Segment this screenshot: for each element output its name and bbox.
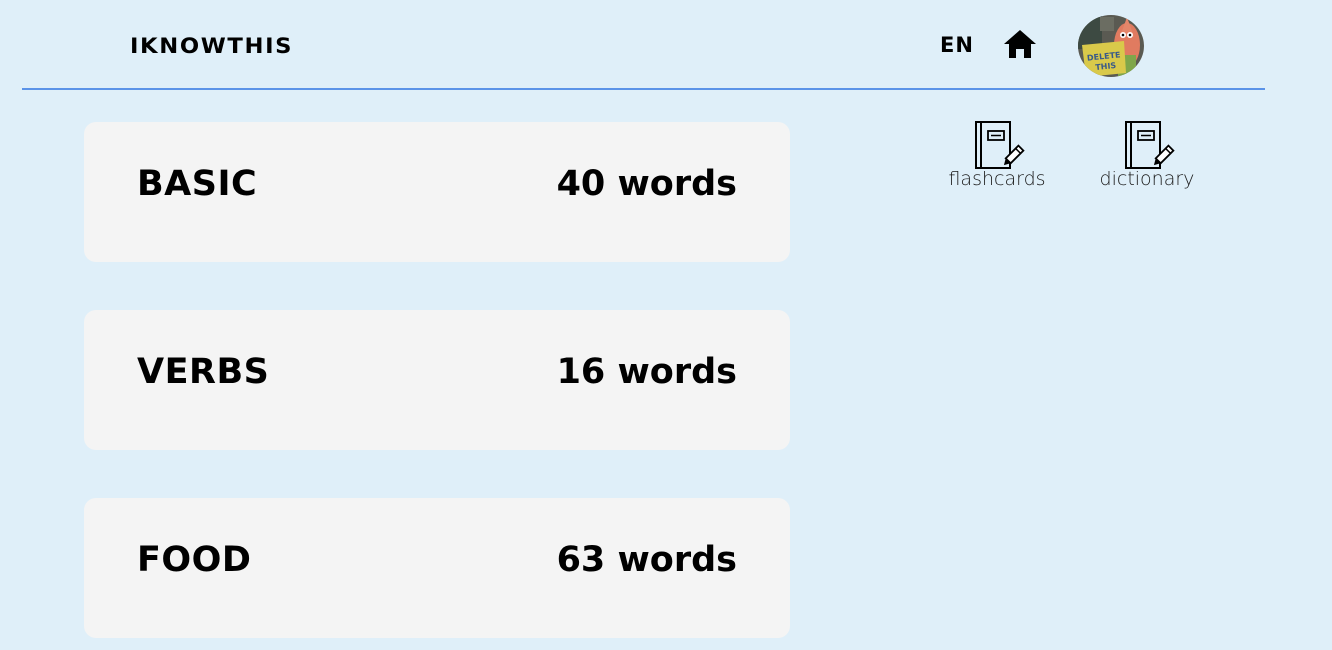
category-card-food[interactable]: FOOD 63 words <box>84 498 790 638</box>
notebook-pencil-icon <box>1125 121 1175 169</box>
home-icon[interactable] <box>1003 29 1037 59</box>
header-divider <box>22 88 1265 90</box>
app-logo[interactable]: IKNOWTHIS <box>130 34 293 58</box>
language-selector[interactable]: EN <box>940 33 974 57</box>
flashcards-button[interactable]: flashcards <box>932 120 1062 196</box>
category-word-count: 40 words <box>556 164 737 204</box>
notebook-pencil-icon <box>975 121 1025 169</box>
category-word-count: 63 words <box>556 540 737 580</box>
category-word-count: 16 words <box>556 352 737 392</box>
flashcards-label: flashcards <box>948 168 1046 190</box>
category-title: VERBS <box>137 352 270 392</box>
dictionary-button[interactable]: dictionary <box>1082 120 1212 196</box>
category-card-basic[interactable]: BASIC 40 words <box>84 122 790 262</box>
dictionary-label: dictionary <box>1099 168 1195 190</box>
category-title: FOOD <box>137 540 252 580</box>
avatar[interactable]: DELETE THIS <box>1078 15 1144 77</box>
category-card-verbs[interactable]: VERBS 16 words <box>84 310 790 450</box>
category-title: BASIC <box>137 164 258 204</box>
